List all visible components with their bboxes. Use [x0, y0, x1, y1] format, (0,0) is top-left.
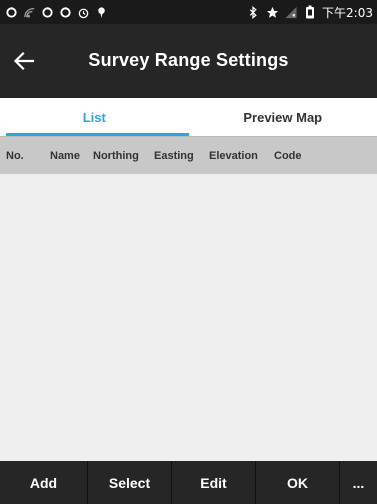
add-button[interactable]: Add	[0, 461, 88, 504]
star-icon	[265, 5, 279, 19]
status-bar: 下午2:03	[0, 0, 377, 24]
select-button[interactable]: Select	[88, 461, 172, 504]
edit-button[interactable]: Edit	[172, 461, 256, 504]
signal-icon	[22, 5, 36, 19]
location-pin-icon	[94, 5, 108, 19]
column-header-northing[interactable]: Northing	[93, 150, 154, 162]
column-header-easting[interactable]: Easting	[154, 150, 209, 162]
status-time: 下午2:03	[322, 5, 373, 20]
more-options-button[interactable]: ...	[340, 461, 377, 504]
page-title: Survey Range Settings	[88, 50, 289, 70]
back-button[interactable]	[8, 45, 40, 77]
alarm-icon	[76, 5, 90, 19]
tab-preview-map[interactable]: Preview Map	[189, 98, 377, 136]
sync-icon	[58, 5, 72, 19]
column-header-code[interactable]: Code	[274, 150, 314, 162]
column-header-no[interactable]: No.	[6, 150, 50, 162]
bluetooth-icon	[246, 5, 260, 19]
back-arrow-icon	[13, 51, 35, 71]
bottom-toolbar: Add Select Edit OK ...	[0, 461, 377, 504]
column-header-name[interactable]: Name	[50, 150, 93, 162]
tab-list-label: List	[82, 109, 106, 125]
status-right-icons: 下午2:03	[246, 4, 373, 21]
ok-button[interactable]: OK	[256, 461, 340, 504]
tab-preview-map-label: Preview Map	[243, 109, 323, 125]
title-bar: Survey Range Settings	[0, 24, 377, 98]
table-header: No. Name Northing Easting Elevation Code	[0, 136, 377, 174]
tab-list[interactable]: List	[0, 98, 189, 136]
point-list[interactable]	[0, 174, 377, 461]
battery-icon	[303, 5, 317, 19]
tab-bar: List Preview Map	[0, 98, 377, 136]
sync-icon	[40, 5, 54, 19]
status-left-icons	[4, 5, 108, 19]
sync-icon	[4, 5, 18, 19]
column-header-elevation[interactable]: Elevation	[209, 150, 274, 162]
network-icon	[284, 5, 298, 19]
